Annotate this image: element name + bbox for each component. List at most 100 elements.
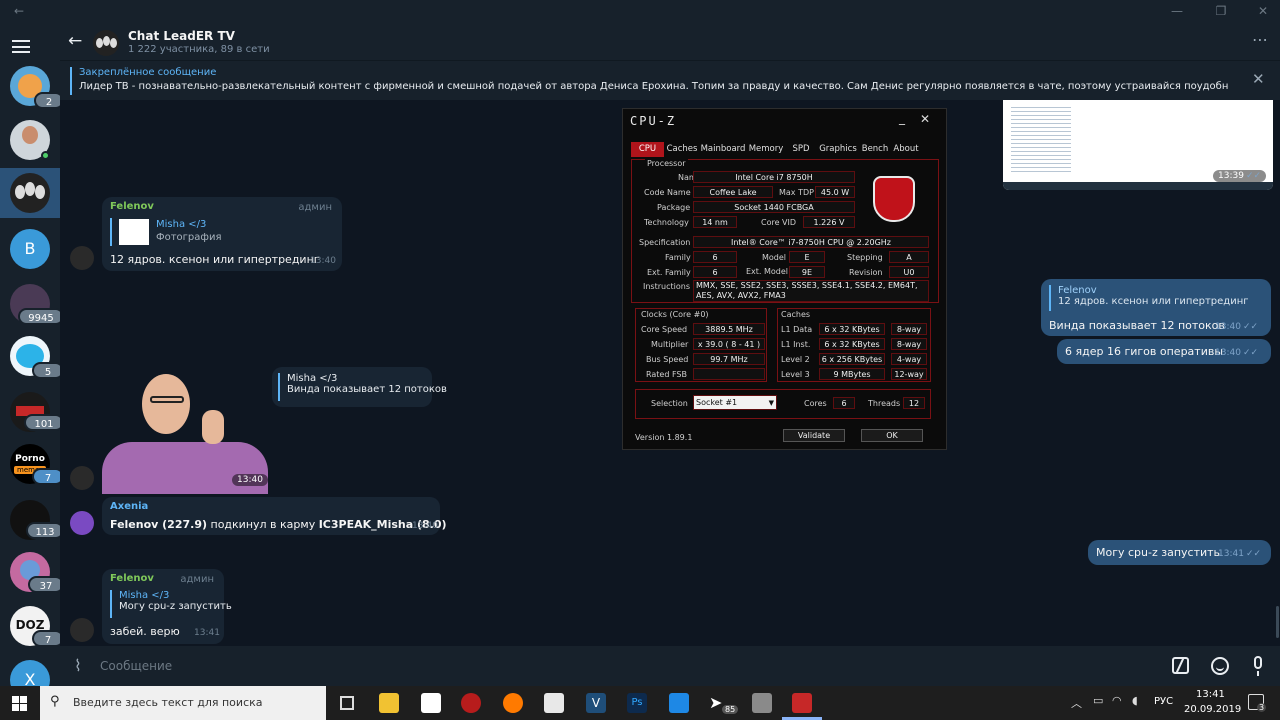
app-icon[interactable] — [752, 693, 772, 713]
message-text: Винда показывает 12 потоков — [1049, 319, 1225, 332]
person-avatar-icon — [22, 126, 38, 144]
cpuz-tab-cpu: CPU — [631, 142, 664, 157]
user-avatar[interactable] — [70, 511, 94, 535]
reply-text: Винда показывает 12 потоков — [287, 384, 447, 395]
user-avatar[interactable] — [70, 246, 94, 270]
package-value: Socket 1440 FCBGA — [693, 201, 855, 213]
microphone-icon[interactable] — [1254, 656, 1262, 669]
mail-icon[interactable] — [544, 693, 564, 713]
cpuz-icon[interactable] — [792, 693, 812, 713]
l1-inst-way: 8-way — [891, 338, 927, 350]
user-avatar[interactable] — [70, 618, 94, 642]
menu-icon[interactable] — [12, 40, 30, 53]
chevron-up-icon[interactable]: ︿ — [1071, 695, 1082, 711]
store-icon[interactable] — [421, 693, 441, 713]
level3-way: 12-way — [891, 368, 927, 380]
chat-title[interactable]: Chat LeadER TV — [128, 29, 235, 43]
message-input[interactable]: Сообщение — [100, 659, 172, 673]
unread-badge: 113 — [26, 522, 64, 539]
label: Package — [657, 203, 691, 212]
search-input[interactable]: Введите здесь текст для поиска — [73, 696, 263, 709]
message-time: 13:40 ✓✓ — [1215, 322, 1259, 332]
scrollbar-thumb[interactable] — [1276, 606, 1279, 638]
thumbs-up-icon — [202, 410, 224, 444]
maximize-icon[interactable]: ❐ — [1206, 4, 1236, 18]
visual-studio-icon[interactable]: V — [586, 693, 606, 713]
cpuz-tab-bench: Bench — [861, 144, 889, 154]
l1-inst-value: 6 x 32 KBytes — [819, 338, 885, 350]
threads-value: 12 — [903, 397, 925, 409]
section-label: Processor — [645, 159, 688, 168]
close-pinned-icon[interactable]: ✕ — [1252, 70, 1265, 88]
sender-name[interactable]: Felenov — [110, 201, 154, 212]
cpuz-screenshot[interactable]: CPU-Z _ ✕ CPU Caches Mainboard Memory SP… — [622, 108, 947, 450]
msi-dragon-center-icon[interactable] — [461, 693, 481, 713]
cpuz-tab-graphics: Graphics — [819, 144, 857, 154]
taskbar-search-box[interactable]: ⚲ Введите здесь текст для поиска — [40, 686, 326, 720]
chat-subtitle: 1 222 участника, 89 в сети — [128, 44, 270, 55]
windows-start-icon[interactable] — [12, 696, 27, 711]
label: Cores — [804, 399, 827, 408]
file-explorer-icon[interactable] — [379, 693, 399, 713]
more-options-icon[interactable]: ⋯ — [1252, 30, 1269, 49]
bus-speed-value: 99.7 MHz — [693, 353, 765, 365]
outgoing-message-bubble[interactable]: 6 ядер 16 гигов оперативы 13:40 ✓✓ — [1057, 339, 1271, 364]
codename-value: Coffee Lake — [693, 186, 773, 198]
reply-author: Felenov — [1058, 285, 1097, 296]
reply-quote[interactable]: Felenov 12 ядров. ксенон или гипертредин… — [1049, 285, 1249, 311]
pinned-message-bar[interactable]: Закреплённое сообщение Лидер ТВ - познав… — [60, 60, 1280, 100]
app-icon[interactable] — [669, 693, 689, 713]
message-bubble[interactable]: Misha </3 Винда показывает 12 потоков — [272, 367, 447, 407]
glasses-icon — [150, 396, 184, 403]
message-bubble[interactable]: Felenov админ Misha </3 Могу cpu-z запус… — [102, 569, 232, 644]
outgoing-message-bubble[interactable]: Могу cpu-z запустить 13:41 ✓✓ — [1088, 540, 1271, 565]
label: Core VID — [761, 218, 797, 227]
family-value: 6 — [693, 251, 737, 263]
label: Selection — [651, 399, 688, 408]
back-arrow-icon[interactable]: ← — [4, 4, 34, 18]
reply-quote[interactable]: Misha </3 Могу cpu-z запустить — [110, 590, 232, 618]
sender-name[interactable]: Felenov — [110, 573, 154, 584]
minimize-icon[interactable]: — — [1162, 4, 1192, 18]
l1-data-way: 8-way — [891, 323, 927, 335]
clock-date[interactable]: 20.09.2019 — [1184, 704, 1241, 715]
ext-family-value: 6 — [693, 266, 737, 278]
reply-quote[interactable]: Misha </3 Фотография — [110, 218, 221, 246]
message-bubble[interactable]: Felenov админ Misha </3 Фотография 12 яд… — [102, 197, 342, 271]
chat-avatar-leader-tv[interactable] — [10, 173, 50, 213]
reply-text: Могу cpu-z запустить — [119, 601, 232, 612]
reply-author: Misha </3 — [156, 219, 207, 230]
label: Bus Speed — [646, 355, 689, 364]
sticker-shirt — [102, 442, 268, 494]
reply-thumbnail — [119, 219, 149, 245]
wifi-icon[interactable]: ◠ — [1112, 694, 1122, 707]
reply-quote[interactable]: Misha </3 Винда показывает 12 потоков — [278, 373, 447, 401]
language-indicator[interactable]: РУС — [1154, 696, 1173, 707]
message-time: 13:39 ✓✓ — [1213, 170, 1267, 182]
chat-header-avatar[interactable] — [93, 30, 119, 56]
user-avatar[interactable] — [70, 466, 94, 490]
sticker-message[interactable]: 13:40 — [102, 372, 268, 494]
message-bubble[interactable]: Axenia Felenov (227.9) подкинул в карму … — [102, 497, 447, 535]
screenshot-image-message[interactable]: 13:39 ✓✓ — [1003, 100, 1273, 190]
label: Specification — [639, 238, 691, 247]
sender-name[interactable]: Axenia — [110, 501, 148, 512]
commands-icon[interactable] — [1172, 657, 1189, 674]
task-view-icon[interactable] — [340, 696, 354, 710]
firefox-icon[interactable] — [503, 693, 523, 713]
section-label: Caches — [781, 310, 811, 319]
battery-icon[interactable]: ▭ — [1093, 694, 1103, 707]
attach-icon[interactable]: ⌇ — [74, 656, 82, 675]
back-arrow-icon[interactable]: ← — [68, 31, 82, 51]
chat-avatar-b[interactable]: B — [10, 229, 50, 269]
close-window-icon[interactable]: ✕ — [1248, 4, 1278, 18]
photoshop-icon[interactable]: Ps — [627, 693, 647, 713]
screenshot-thumbnail — [1011, 104, 1071, 172]
emoji-icon[interactable] — [1211, 657, 1229, 675]
cpuz-title: CPU-Z — [630, 114, 677, 128]
ext-model-value: 9E — [789, 266, 825, 278]
close-icon: ✕ — [920, 112, 931, 126]
clock-time[interactable]: 13:41 — [1196, 689, 1225, 700]
volume-icon[interactable]: ◖ — [1132, 694, 1138, 707]
outgoing-message-bubble[interactable]: Felenov 12 ядров. ксенон или гипертредин… — [1041, 279, 1271, 336]
